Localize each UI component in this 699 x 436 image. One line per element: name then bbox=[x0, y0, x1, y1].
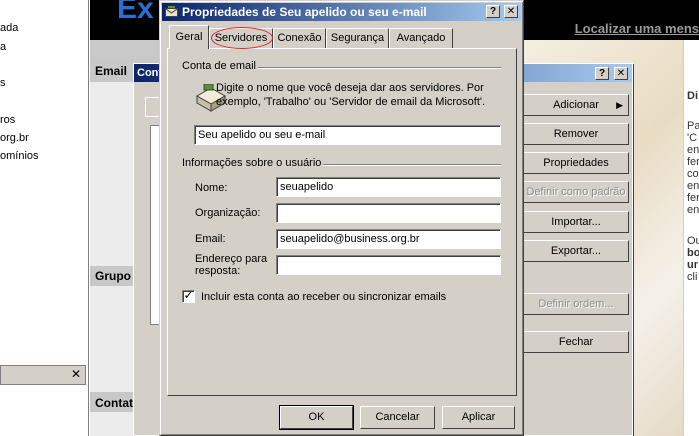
right-panel-text: fer bbox=[687, 192, 699, 204]
section-groups: Grupo bbox=[95, 269, 131, 283]
tab-general[interactable]: Geral bbox=[169, 25, 209, 49]
include-account-checkbox[interactable]: ✓ bbox=[182, 288, 195, 303]
include-account-label: Incluir esta conta ao receber ou sincron… bbox=[201, 291, 447, 303]
email-label: Email: bbox=[195, 233, 226, 245]
add-button[interactable]: Adicionar ▶ bbox=[523, 94, 629, 116]
right-info-panel: Di Pa 'C en fer co en fer en Ou bo ur cl… bbox=[683, 40, 699, 436]
account-name-input[interactable] bbox=[194, 125, 501, 145]
close-button[interactable]: ✕ bbox=[614, 67, 628, 80]
ok-button[interactable]: OK bbox=[279, 405, 354, 430]
check-icon: ✓ bbox=[183, 288, 194, 302]
right-panel-text: bo bbox=[687, 247, 699, 259]
right-panel-text: co bbox=[687, 168, 699, 180]
reply-input[interactable] bbox=[276, 255, 501, 275]
folder-pane: ada a s ros org.br omínios ✕ bbox=[0, 0, 89, 436]
properties-title: Propriedades de Seu apelido ou seu e-mai… bbox=[182, 5, 427, 19]
close-button[interactable]: ✕ bbox=[504, 5, 518, 18]
tab-servers[interactable]: Servidores bbox=[209, 28, 273, 48]
export-button[interactable]: Exportar... bbox=[523, 240, 629, 262]
email-input[interactable] bbox=[276, 229, 501, 249]
name-input[interactable] bbox=[276, 177, 501, 197]
tab-connection[interactable]: Conexão bbox=[273, 28, 326, 48]
user-group-label: Informações sobre o usuário bbox=[180, 157, 324, 169]
brand-logo: Ex bbox=[117, 0, 154, 25]
set-default-button[interactable]: Definir como padrão bbox=[523, 181, 629, 203]
find-message-link[interactable]: Localizar uma mens bbox=[575, 21, 699, 36]
contacts-bar: ✕ bbox=[0, 365, 86, 385]
cancel-button[interactable]: Cancelar bbox=[360, 406, 435, 429]
folder-item[interactable]: omínios bbox=[0, 150, 39, 162]
right-panel-text: fer bbox=[687, 156, 699, 168]
folder-item[interactable]: ros bbox=[0, 114, 15, 126]
close-icon[interactable]: ✕ bbox=[71, 367, 81, 381]
right-panel-text: en bbox=[687, 180, 699, 192]
folder-item[interactable]: ada bbox=[0, 22, 18, 34]
add-button-label: Adicionar bbox=[553, 99, 599, 111]
apply-button[interactable]: Aplicar bbox=[442, 406, 515, 429]
right-panel-text: cli bbox=[687, 271, 698, 283]
help-button[interactable]: ? bbox=[486, 5, 500, 18]
right-panel-text: en bbox=[687, 144, 699, 156]
tab-advanced[interactable]: Avançado bbox=[389, 28, 453, 48]
folder-item[interactable]: org.br bbox=[0, 132, 29, 144]
organization-input[interactable] bbox=[276, 203, 501, 223]
reply-label: Endereço para resposta: bbox=[195, 253, 268, 277]
account-icon bbox=[165, 6, 178, 17]
account-description: Digite o nome que você deseja dar aos se… bbox=[216, 82, 486, 108]
right-panel-text: Di bbox=[687, 90, 698, 102]
organization-label: Organização: bbox=[195, 207, 261, 219]
right-panel-text: Ou bbox=[687, 235, 699, 247]
arrow-right-icon: ▶ bbox=[616, 100, 623, 110]
remove-button[interactable]: Remover bbox=[523, 123, 629, 145]
account-group-label: Conta de email bbox=[180, 60, 258, 72]
section-email: Email bbox=[95, 64, 128, 78]
import-button[interactable]: Importar... bbox=[523, 211, 629, 233]
right-panel-text: ur bbox=[687, 259, 698, 271]
properties-dialog: Propriedades de Seu apelido ou seu e-mai… bbox=[159, 0, 524, 436]
name-label: Nome: bbox=[195, 182, 228, 194]
properties-titlebar: Propriedades de Seu apelido ou seu e-mai… bbox=[162, 3, 521, 21]
properties-button[interactable]: Propriedades bbox=[523, 152, 629, 174]
folder-item[interactable]: a bbox=[0, 41, 6, 53]
help-button[interactable]: ? bbox=[595, 67, 609, 80]
set-order-button[interactable]: Definir ordem... bbox=[523, 293, 629, 315]
right-panel-text: 'C bbox=[687, 132, 698, 144]
tab-security[interactable]: Segurança bbox=[326, 28, 389, 48]
close-accounts-button[interactable]: Fechar bbox=[523, 331, 629, 353]
right-panel-text: Pa bbox=[687, 120, 699, 132]
right-panel-text: en bbox=[687, 204, 699, 216]
folder-item[interactable]: s bbox=[0, 77, 6, 89]
